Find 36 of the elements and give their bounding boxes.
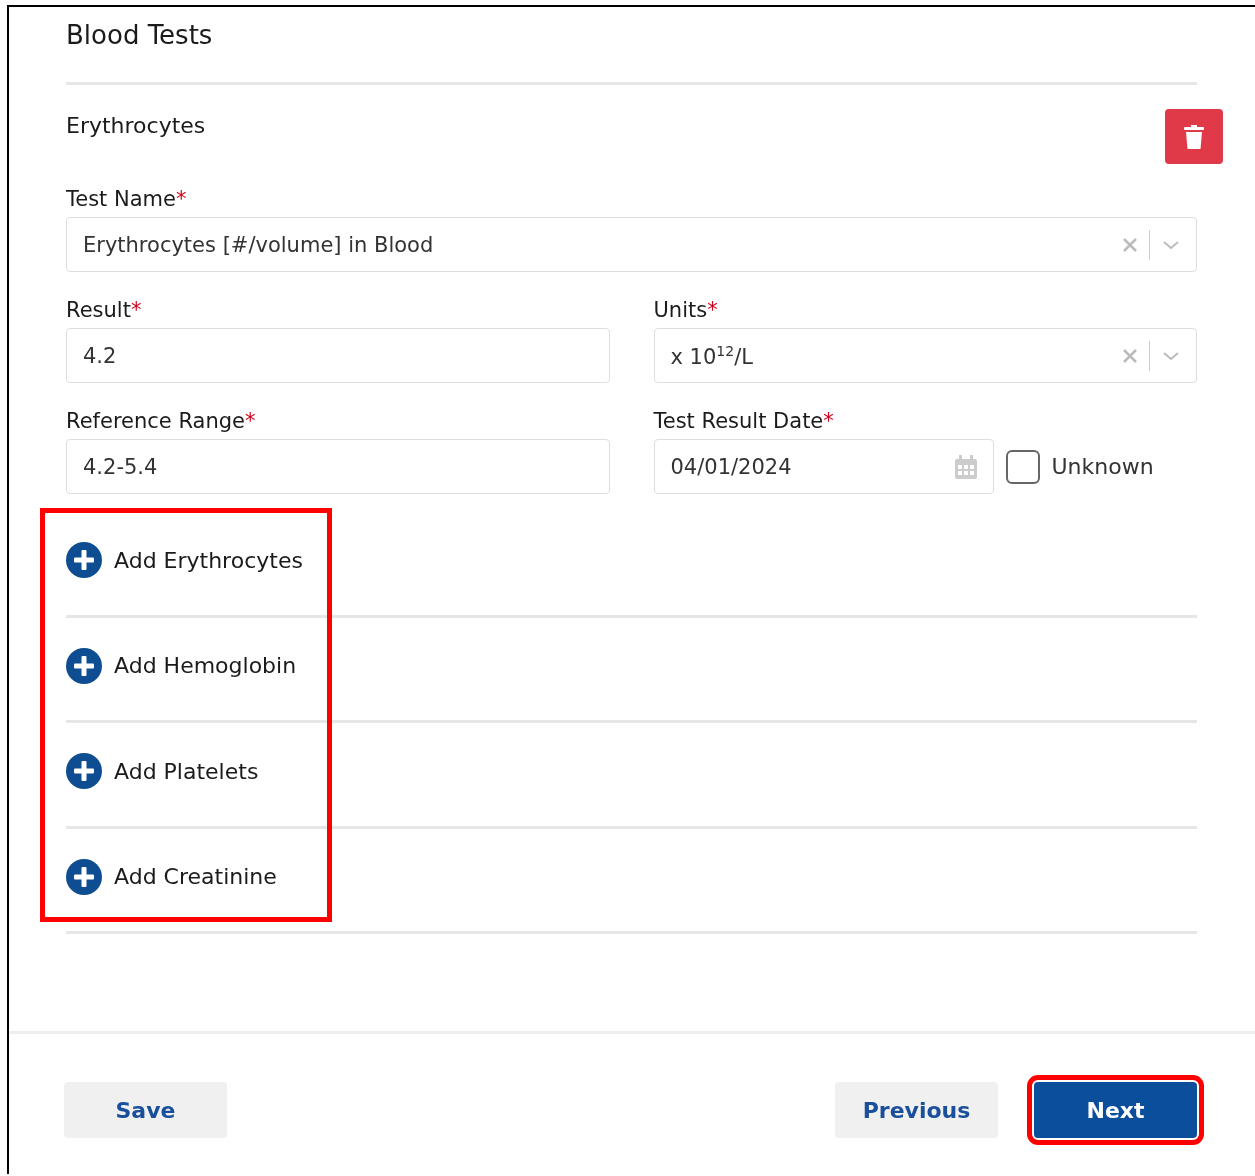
field-label: Test Name* [66,186,188,213]
clear-icon[interactable] [1122,348,1137,363]
select-value: Erythrocytes [#/volume] in Blood [83,232,435,257]
field-label: Result* [66,297,143,324]
select-field[interactable]: Erythrocytes [#/volume] in Blood [66,217,1197,272]
checkbox-label: Unknown [1051,454,1154,479]
plus-circle-icon [66,647,102,684]
plus-circle-icon [66,753,102,790]
secondary-button[interactable]: Save [64,1082,227,1138]
clear-icon[interactable] [1122,237,1137,252]
date-field[interactable]: 04/01/2024 [653,439,994,494]
field-label: Test Result Date* [653,408,835,435]
test-title: Erythrocytes [66,113,206,138]
caret-icon[interactable] [1162,239,1180,250]
input-field[interactable]: 4.2 [66,328,610,383]
field-label: Units* [653,297,719,324]
input-field[interactable]: 4.2-5.4 [66,439,610,494]
field-value: 4.2-5.4 [83,454,159,479]
trash-icon [1184,124,1204,149]
plus-circle-icon [66,542,102,579]
caret-icon[interactable] [1162,350,1180,361]
add-test-link[interactable]: Add Creatinine [66,858,277,895]
calendar-icon[interactable] [954,454,977,479]
checkbox[interactable] [1005,449,1040,484]
plus-circle-icon [66,858,102,895]
field-value: 04/01/2024 [670,454,793,479]
select-value: x 10$^{12}$/L [670,342,754,369]
select-field[interactable]: x 10$^{12}$/L [653,328,1197,383]
delete-button[interactable] [1165,109,1223,164]
add-test-link[interactable]: Add Hemoglobin [66,647,297,684]
field-value: 4.2 [83,343,118,368]
add-test-link[interactable]: Add Platelets [66,753,259,790]
section-title: Blood Tests [66,19,1197,85]
add-test-link[interactable]: Add Erythrocytes [66,542,303,579]
secondary-button[interactable]: Previous [835,1082,998,1138]
field-label: Reference Range* [66,408,257,435]
